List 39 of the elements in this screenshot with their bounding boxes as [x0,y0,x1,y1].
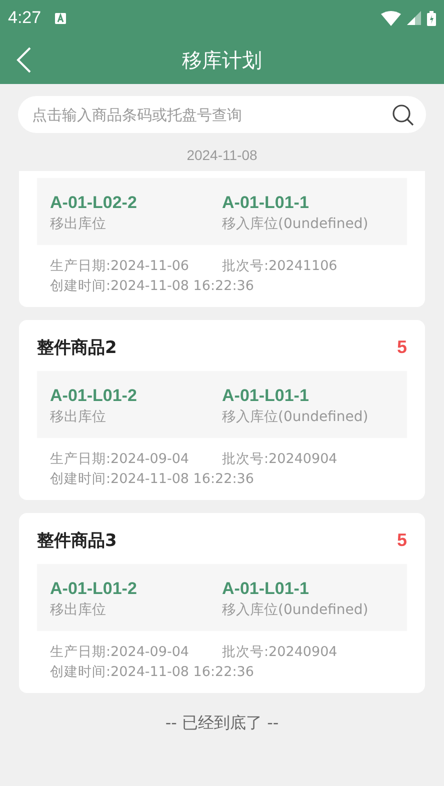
back-icon[interactable] [16,46,32,74]
to-location: A-01-L01-1 [222,386,310,406]
to-label: 移入库位(0undefined) [222,215,370,233]
battery-icon [427,10,436,26]
to-location: A-01-L01-1 [222,579,310,599]
batch-number: 批次号:20240904 [222,643,338,661]
from-label: 移出库位 [50,601,107,619]
wifi-icon [381,10,401,26]
search-bar[interactable]: 点击输入商品条码或托盘号查询 [18,96,426,133]
transfer-card[interactable]: 整件商品3 5 A-01-L01-2 A-01-L01-1 移出库位 移入库位(0undefined) 生产日期:2024-09-04 批次号:20240904 创建时间:2024-11-08 16:22:36 [19,513,425,693]
production-date: 生产日期:2024-09-04 [50,643,190,661]
to-label: 移入库位(0undefined) [222,601,370,619]
from-label: 移出库位 [50,215,107,233]
created-time: 创建时间:2024-11-08 16:22:36 [50,470,254,488]
product-name: 整件商品2 [37,337,117,359]
quantity: 5 [396,337,407,358]
to-location: A-01-L01-1 [222,193,310,213]
created-time: 创建时间:2024-11-08 16:22:36 [50,663,254,681]
from-location: A-01-L01-2 [50,386,138,406]
page-title: 移库计划 [182,46,262,74]
created-time: 创建时间:2024-11-08 16:22:36 [50,277,254,295]
status-time: 4:27 [8,8,42,28]
end-of-list: -- 已经到底了 -- [0,713,444,734]
from-location: A-01-L01-2 [50,579,138,599]
from-location: A-01-L02-2 [50,193,138,213]
search-icon[interactable] [392,104,414,126]
product-name: 整件商品3 [37,530,117,552]
quantity: 5 [396,530,407,551]
batch-number: 批次号:20240904 [222,450,338,468]
production-date: 生产日期:2024-11-06 [50,257,190,275]
keyboard-icon [55,12,66,24]
batch-number: 批次号:20241106 [222,257,338,275]
from-label: 移出库位 [50,408,107,426]
date-label: 2024-11-08 [186,147,258,163]
to-label: 移入库位(0undefined) [222,408,370,426]
production-date: 生产日期:2024-09-04 [50,450,190,468]
transfer-card[interactable]: 整件商品2 5 A-01-L01-2 A-01-L01-1 移出库位 移入库位(0undefined) 生产日期:2024-09-04 批次号:20240904 创建时间:2024-11-08 16:22:36 [19,320,425,500]
search-field[interactable]: 点击输入商品条码或托盘号查询 [30,104,392,124]
signal-icon [407,11,421,25]
